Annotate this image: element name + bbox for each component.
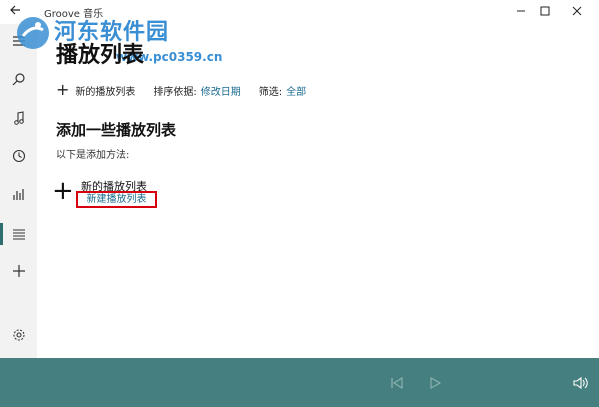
plus-icon [12,265,25,277]
sidebar-item-recent[interactable] [0,143,37,169]
sidebar [0,24,37,358]
big-plus-icon: + [52,176,74,206]
sidebar-item-music[interactable] [0,105,37,131]
play-icon [430,377,442,389]
page-title: 播放列表 [56,43,145,68]
chart-icon [12,189,24,200]
search-icon [12,73,25,86]
sidebar-item-settings[interactable] [0,322,37,348]
playlist-toolbar: + 新的播放列表 排序依据: 修改日期 筛选: 全部 [56,82,306,98]
sidebar-item-playlists[interactable] [0,221,37,247]
close-button[interactable] [563,2,591,22]
sort-label: 排序依据: [153,86,197,98]
filter-label: 筛选: [258,86,283,98]
sidebar-item-search[interactable] [0,66,37,92]
sort-dropdown[interactable]: 修改日期 [201,83,241,98]
create-playlist-link[interactable]: 新建播放列表 [76,191,157,208]
play-button[interactable] [425,373,445,393]
hamburger-icon [12,36,25,46]
back-arrow-icon [10,5,20,15]
filter-dropdown[interactable]: 全部 [286,83,306,98]
gear-icon [12,329,25,341]
volume-icon [573,376,588,390]
player-bar [0,358,599,407]
empty-state-subheading: 以下是添加方法: [56,150,130,161]
minimize-icon [517,10,525,12]
close-icon [572,6,582,16]
back-button[interactable] [6,3,24,21]
plus-icon[interactable]: + [56,82,69,98]
sidebar-item-now-playing[interactable] [0,181,37,207]
new-playlist-button[interactable]: 新的播放列表 [75,83,135,98]
volume-button[interactable] [571,373,591,393]
clock-icon [12,149,25,163]
maximize-icon [540,6,550,16]
previous-icon [391,377,403,389]
sidebar-menu-button[interactable] [0,28,37,54]
title-bar: Groove 音乐 [0,0,599,24]
previous-button[interactable] [387,373,407,393]
playlist-icon [12,229,25,240]
app-title: Groove 音乐 [44,9,104,20]
music-note-icon [13,111,24,125]
sidebar-item-new-playlist[interactable] [0,258,37,284]
empty-state-heading: 添加一些播放列表 [56,121,177,139]
maximize-button[interactable] [531,2,559,22]
